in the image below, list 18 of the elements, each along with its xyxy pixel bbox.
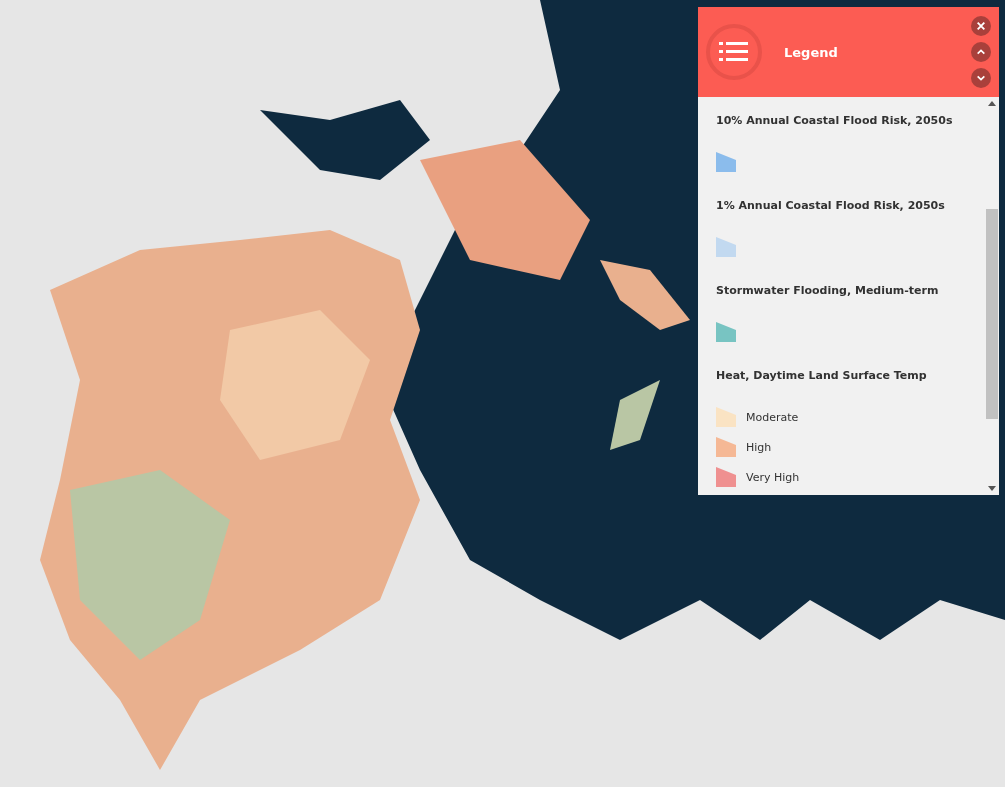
close-icon: [976, 21, 986, 31]
chevron-up-icon: [976, 47, 986, 57]
list-icon: [706, 24, 762, 80]
layer-title: 1% Annual Coastal Flood Risk, 2050s: [716, 199, 946, 212]
layer-title: 10% Annual Coastal Flood Risk, 2050s: [716, 114, 954, 127]
legend-label: Moderate: [746, 410, 799, 424]
collapse-up-button[interactable]: [971, 42, 991, 62]
scroll-up-icon[interactable]: [988, 101, 996, 106]
layer-title: Heat, Daytime Land Surface Temp: [716, 369, 928, 382]
expand-down-button[interactable]: [971, 68, 991, 88]
legend-label: High: [746, 440, 772, 454]
chevron-down-icon: [976, 73, 986, 83]
layer-title: Stormwater Flooding, Medium-term: [716, 284, 940, 297]
legend-title: Legend: [784, 44, 839, 60]
legend-label: Very High: [746, 470, 800, 484]
scroll-down-icon[interactable]: [988, 486, 996, 491]
scrollbar-thumb[interactable]: [986, 209, 998, 419]
close-button[interactable]: [971, 16, 991, 36]
